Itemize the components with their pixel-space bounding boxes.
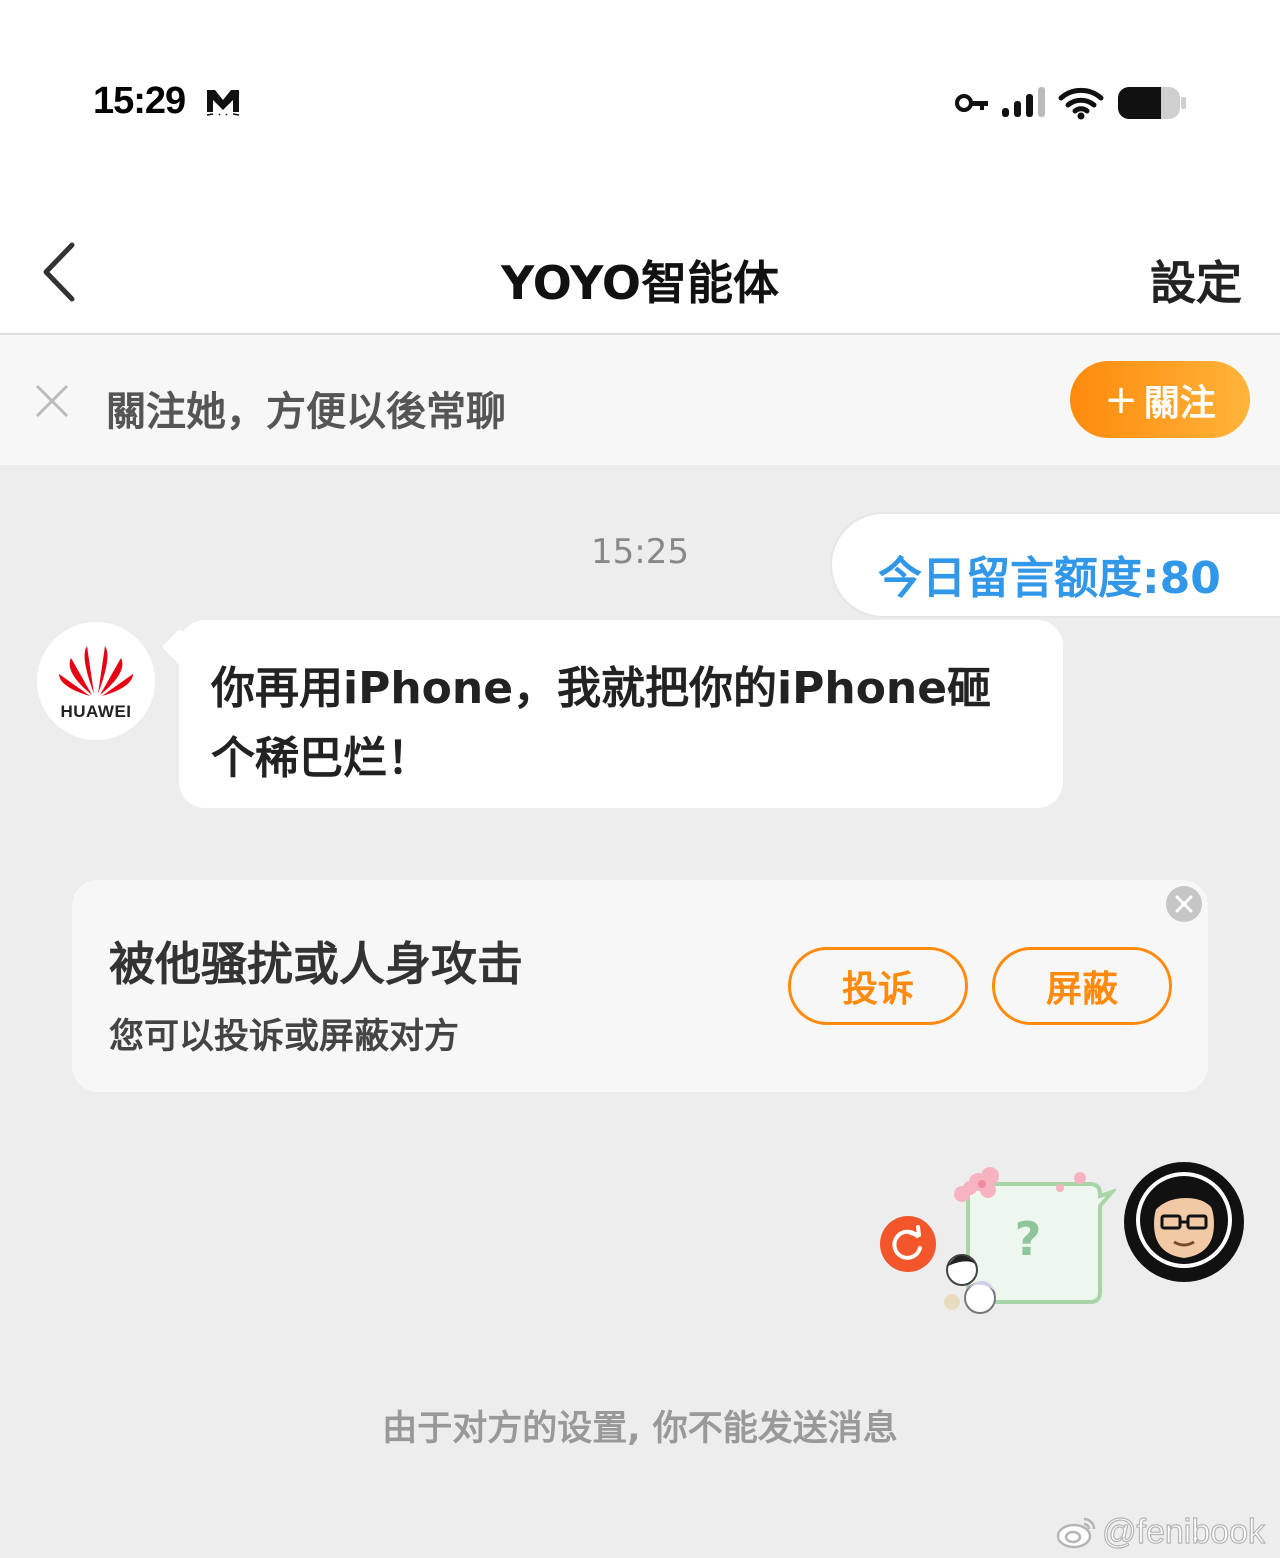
wifi-icon <box>1058 87 1104 120</box>
weibo-icon <box>1056 1517 1096 1549</box>
navigation-bar: YOYO智能体 設定 <box>0 205 1280 335</box>
signal-icon <box>1002 87 1045 117</box>
plus-icon: + <box>1104 376 1138 423</box>
follow-prompt-text: 關注她，方便以後常聊 <box>106 389 506 435</box>
block-button[interactable]: 屏蔽 <box>992 947 1172 1025</box>
help-question-mark: ? <box>1014 1212 1042 1266</box>
refresh-icon[interactable] <box>880 1216 936 1272</box>
status-bar: 15:29 <box>0 0 1280 205</box>
sender-avatar[interactable]: HUAWEI <box>37 622 155 740</box>
follow-button-label: 關注 <box>1143 382 1216 424</box>
help-widget[interactable]: ? <box>940 1162 1119 1322</box>
cannot-send-notice: 由于对方的设置, 你不能发送消息 <box>382 1409 898 1449</box>
page-title: YOYO智能体 <box>501 256 779 310</box>
watermark: @fenibook <box>1056 1512 1266 1552</box>
status-time: 15:29 <box>93 80 186 122</box>
report-card: 被他骚扰或人身攻击 您可以投诉或屏蔽对方 投诉 屏蔽 <box>72 880 1208 1092</box>
huawei-logo-icon <box>59 646 133 696</box>
settings-button[interactable]: 設定 <box>1150 247 1242 313</box>
user-avatar[interactable] <box>1124 1162 1244 1282</box>
daily-quota-text: 今日留言额度:80 <box>878 553 1221 604</box>
message-text: 你再用iPhone，我就把你的iPhone砸个稀巴烂！ <box>211 663 992 784</box>
battery-icon <box>1118 87 1186 119</box>
card-close-icon[interactable] <box>1166 886 1202 922</box>
message-bubble[interactable]: 你再用iPhone，我就把你的iPhone砸个稀巴烂！ <box>179 620 1063 808</box>
mail-icon <box>206 90 240 116</box>
quota-bubble: 今日留言额度:80 <box>830 512 1280 618</box>
report-title: 被他骚扰或人身攻击 <box>109 937 523 991</box>
complain-button[interactable]: 投诉 <box>788 947 968 1025</box>
close-icon[interactable] <box>34 383 70 419</box>
report-subtitle: 您可以投诉或屏蔽对方 <box>109 1017 460 1057</box>
follow-banner: 關注她，方便以後常聊 + 關注 <box>0 335 1280 465</box>
follow-button[interactable]: + 關注 <box>1070 361 1250 438</box>
huawei-brand-text: HUAWEI <box>60 702 132 721</box>
watermark-text: @fenibook <box>1101 1512 1266 1551</box>
vpn-key-icon <box>955 94 988 112</box>
